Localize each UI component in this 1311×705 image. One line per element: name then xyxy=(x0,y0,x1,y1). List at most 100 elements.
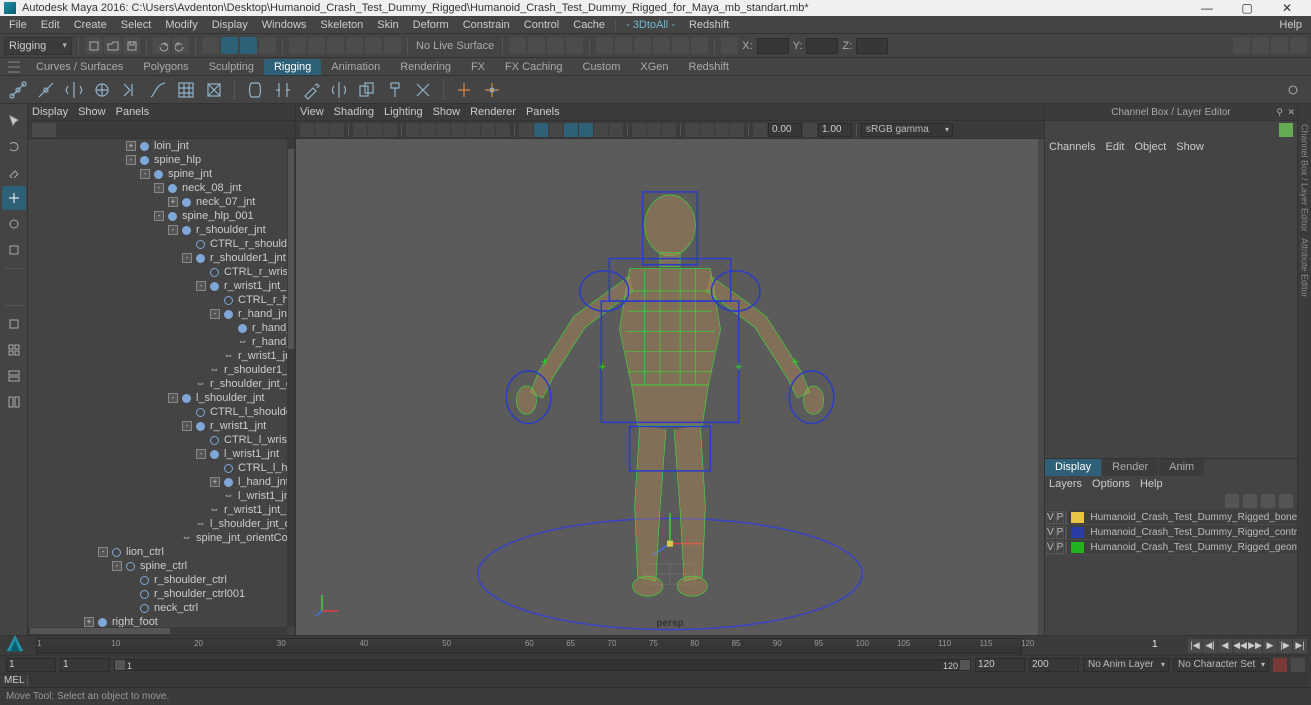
layer-t-toggle[interactable] xyxy=(1065,526,1067,539)
snap-grid-icon[interactable] xyxy=(289,37,306,54)
outliner-node[interactable]: -spine_ctrl xyxy=(28,559,285,573)
vp-lock-camera-icon[interactable] xyxy=(315,123,329,137)
shelf-tab-redshift[interactable]: Redshift xyxy=(679,59,739,75)
snap-curve-icon[interactable] xyxy=(308,37,325,54)
layer-move-down-icon[interactable] xyxy=(1243,494,1257,508)
menu-constrain[interactable]: Constrain xyxy=(456,19,517,31)
expand-toggle[interactable]: + xyxy=(210,477,220,487)
vp-xray-joints-icon[interactable] xyxy=(662,123,676,137)
range-start-inner[interactable]: 1 xyxy=(60,658,110,672)
expand-toggle[interactable]: - xyxy=(98,547,108,557)
vp-textured-icon[interactable] xyxy=(579,123,593,137)
goto-start-button[interactable]: |◀ xyxy=(1188,639,1202,653)
outliner-node[interactable]: +l_hand_jnt xyxy=(28,475,285,489)
shelf-tab-sculpting[interactable]: Sculpting xyxy=(199,59,264,75)
vp-isolate-icon[interactable] xyxy=(632,123,646,137)
shelf-ik-handle-icon[interactable] xyxy=(118,78,142,102)
shelf-tab-rigging[interactable]: Rigging xyxy=(264,59,321,75)
laymenu-options[interactable]: Options xyxy=(1092,478,1130,490)
layer-tab-anim[interactable]: Anim xyxy=(1159,459,1205,476)
shelf-copy-weights-icon[interactable] xyxy=(355,78,379,102)
expand-toggle[interactable]: - xyxy=(154,211,164,221)
outliner-node[interactable]: -r_shoulder_jnt xyxy=(28,223,285,237)
menu-skin[interactable]: Skin xyxy=(370,19,405,31)
vp-bookmarks-icon[interactable] xyxy=(330,123,344,137)
render-view-icon[interactable] xyxy=(528,37,545,54)
outliner-node[interactable]: -l_shoulder_jnt xyxy=(28,391,285,405)
input-box-icon[interactable] xyxy=(721,37,738,54)
vp-exposure-input[interactable]: 0.00 xyxy=(768,123,802,137)
vp-gamma-icon[interactable] xyxy=(803,123,817,137)
pin-icon[interactable]: ⚲ xyxy=(1276,107,1283,118)
menu-select[interactable]: Select xyxy=(114,19,159,31)
vp-use-default-material-icon[interactable] xyxy=(549,123,563,137)
expand-toggle[interactable] xyxy=(126,589,136,599)
maya-home-icon[interactable] xyxy=(2,631,28,655)
viewport-menu-view[interactable]: View xyxy=(300,106,324,118)
layout-two-h-button[interactable] xyxy=(2,364,26,388)
vp-select-camera-icon[interactable] xyxy=(300,123,314,137)
expand-toggle[interactable] xyxy=(196,505,206,515)
expand-toggle[interactable]: - xyxy=(182,253,192,263)
playback-prefs-icon[interactable] xyxy=(1291,658,1305,672)
expand-toggle[interactable] xyxy=(196,365,206,375)
layer-tab-render[interactable]: Render xyxy=(1102,459,1159,476)
laymenu-layers[interactable]: Layers xyxy=(1049,478,1082,490)
expand-toggle[interactable]: + xyxy=(168,197,178,207)
vp-wireframe-icon[interactable] xyxy=(519,123,533,137)
vp-2d-pan-icon[interactable] xyxy=(368,123,382,137)
vp-image-plane-icon[interactable] xyxy=(353,123,367,137)
layer-tab-display[interactable]: Display xyxy=(1045,459,1102,476)
shelf-hammer-weights-icon[interactable] xyxy=(383,78,407,102)
play-forward-button[interactable]: ▶▶ xyxy=(1248,639,1262,653)
scale-tool-button[interactable] xyxy=(2,238,26,262)
layer-v-toggle[interactable]: V xyxy=(1046,541,1055,554)
module-dropdown[interactable]: Rigging xyxy=(4,37,72,55)
outliner-node[interactable]: r_wrist1_jnt_orientCo xyxy=(28,503,285,517)
outliner-node[interactable]: -r_hand_jnt xyxy=(28,307,285,321)
layer-new-empty-icon[interactable] xyxy=(1261,494,1275,508)
outliner-hscrollbar[interactable] xyxy=(28,627,287,635)
undo-icon[interactable] xyxy=(153,37,170,54)
paint-select-button[interactable] xyxy=(2,160,26,184)
shelf-insert-joint-icon[interactable] xyxy=(34,78,58,102)
vp-motion-blur-icon[interactable] xyxy=(700,123,714,137)
outliner-node[interactable]: l_wrist1_jnt_orientC xyxy=(28,489,285,503)
modeling-toolkit-icon[interactable] xyxy=(1233,37,1250,54)
goto-end-button[interactable]: ▶| xyxy=(1293,639,1307,653)
expand-toggle[interactable] xyxy=(210,351,220,361)
expand-toggle[interactable] xyxy=(182,239,192,249)
coord-z-input[interactable] xyxy=(856,38,888,54)
menu-cache[interactable]: Cache xyxy=(566,19,612,31)
shelf-tab-fx[interactable]: FX xyxy=(461,59,495,75)
shelf-prune-weights-icon[interactable] xyxy=(411,78,435,102)
layer-color-swatch[interactable] xyxy=(1071,512,1084,523)
new-scene-icon[interactable] xyxy=(85,37,102,54)
menu-control[interactable]: Control xyxy=(517,19,566,31)
vp-xray-icon[interactable] xyxy=(647,123,661,137)
outliner-node[interactable]: r_hand_jnt_orien xyxy=(28,335,285,349)
outliner-node[interactable]: -r_wrist1_jnt xyxy=(28,419,285,433)
outliner-node[interactable]: -lion_ctrl xyxy=(28,545,285,559)
outliner-node[interactable]: CTRL_r_wrist xyxy=(28,265,285,279)
outliner-node[interactable]: -spine_hlp_001 xyxy=(28,209,285,223)
layout-four-button[interactable] xyxy=(2,338,26,362)
expand-toggle[interactable]: - xyxy=(196,449,206,459)
laymenu-help[interactable]: Help xyxy=(1140,478,1163,490)
anim-layer-dropdown[interactable]: No Anim Layer xyxy=(1083,658,1169,672)
close-button[interactable]: ✕ xyxy=(1267,1,1307,15)
drawer-channelbox-tab[interactable]: Channel Box / Layer Editor xyxy=(1300,124,1310,232)
expand-toggle[interactable] xyxy=(182,379,192,389)
outliner-node[interactable]: r_wrist1_jnt_001_ori xyxy=(28,349,285,363)
viewport-menu-lighting[interactable]: Lighting xyxy=(384,106,423,118)
outliner-node[interactable]: CTRL_l_hand xyxy=(28,461,285,475)
vp-resolution-gate-icon[interactable] xyxy=(436,123,450,137)
expand-toggle[interactable] xyxy=(168,533,178,543)
vp-use-lights-icon[interactable] xyxy=(594,123,608,137)
lasso-tool-button[interactable] xyxy=(2,134,26,158)
shelf-tab-polygons[interactable]: Polygons xyxy=(133,59,198,75)
layer-p-toggle[interactable]: P xyxy=(1056,511,1065,524)
shelf-mirror-joint-icon[interactable] xyxy=(62,78,86,102)
layout-outliner-button[interactable] xyxy=(2,416,26,440)
outliner-tree[interactable]: +loin_jnt-spine_hlp-spine_jnt-neck_08_jn… xyxy=(28,139,295,635)
